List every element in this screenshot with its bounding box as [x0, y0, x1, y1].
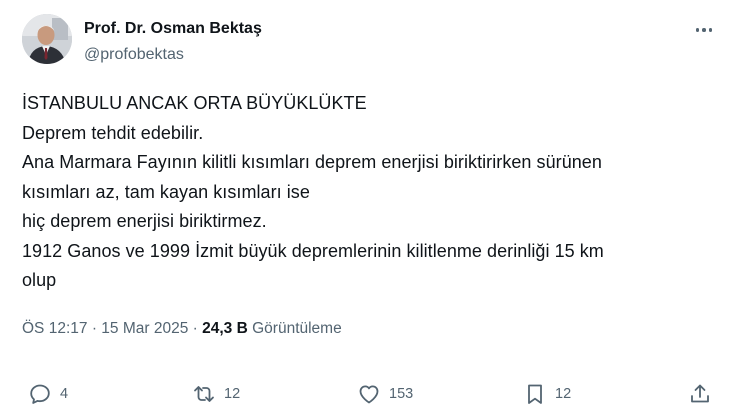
tweet-text: İSTANBULU ANCAK ORTA BÜYÜKLÜKTE Deprem t…	[22, 89, 712, 296]
tweet-text-line: İSTANBULU ANCAK ORTA BÜYÜKLÜKTE	[22, 93, 367, 113]
tweet-date[interactable]: 15 Mar 2025	[101, 320, 188, 337]
tweet-meta: ÖS 12:17 · 15 Mar 2025 · 24,3 B Görüntül…	[22, 319, 342, 339]
tweet-text-line: Ana Marmara Fayının kilitli kısımları de…	[22, 152, 602, 172]
meta-separator: ·	[91, 320, 97, 337]
author-handle[interactable]: @profobektas	[84, 45, 262, 65]
author-block: Prof. Dr. Osman Bektaş @profobektas	[84, 19, 262, 65]
tweet-time[interactable]: ÖS 12:17	[22, 320, 88, 337]
heart-icon	[359, 385, 379, 404]
more-icon[interactable]	[692, 20, 716, 40]
action-bar: 4 12 153 12	[0, 376, 730, 410]
tweet-text-line: olup	[22, 270, 57, 290]
tweet-text-line: 1912 Ganos ve 1999 İzmit büyük depremler…	[22, 240, 604, 261]
bookmark-count: 12	[555, 386, 572, 402]
bookmark-button[interactable]: 12	[523, 382, 571, 406]
tweet-text-line: hiç deprem enerjisi biriktirmez.	[22, 211, 267, 231]
bookmark-icon	[528, 384, 542, 404]
retweet-icon	[194, 386, 214, 402]
views-count[interactable]: 24,3 B	[202, 320, 248, 337]
reply-count: 4	[60, 386, 69, 402]
retweet-button[interactable]: 12	[192, 382, 240, 406]
tweet-text-line: kısımları az, tam kayan kısımları ise	[22, 181, 310, 202]
author-display-name[interactable]: Prof. Dr. Osman Bektaş	[84, 19, 262, 39]
reply-icon	[30, 384, 50, 404]
share-icon	[691, 384, 709, 403]
tweet-card: Prof. Dr. Osman Bektaş @profobektas İSTA…	[0, 0, 730, 420]
like-count: 153	[389, 386, 414, 402]
avatar[interactable]	[22, 14, 72, 64]
reply-button[interactable]: 4	[28, 382, 68, 406]
views-label[interactable]: Görüntüleme	[252, 320, 342, 337]
retweet-count: 12	[224, 386, 241, 402]
avatar-photo	[22, 14, 72, 64]
like-button[interactable]: 153	[357, 382, 413, 406]
meta-separator: ·	[192, 320, 198, 337]
share-button[interactable]	[688, 382, 712, 406]
tweet-text-line: Deprem tehdit edebilir.	[22, 122, 204, 143]
